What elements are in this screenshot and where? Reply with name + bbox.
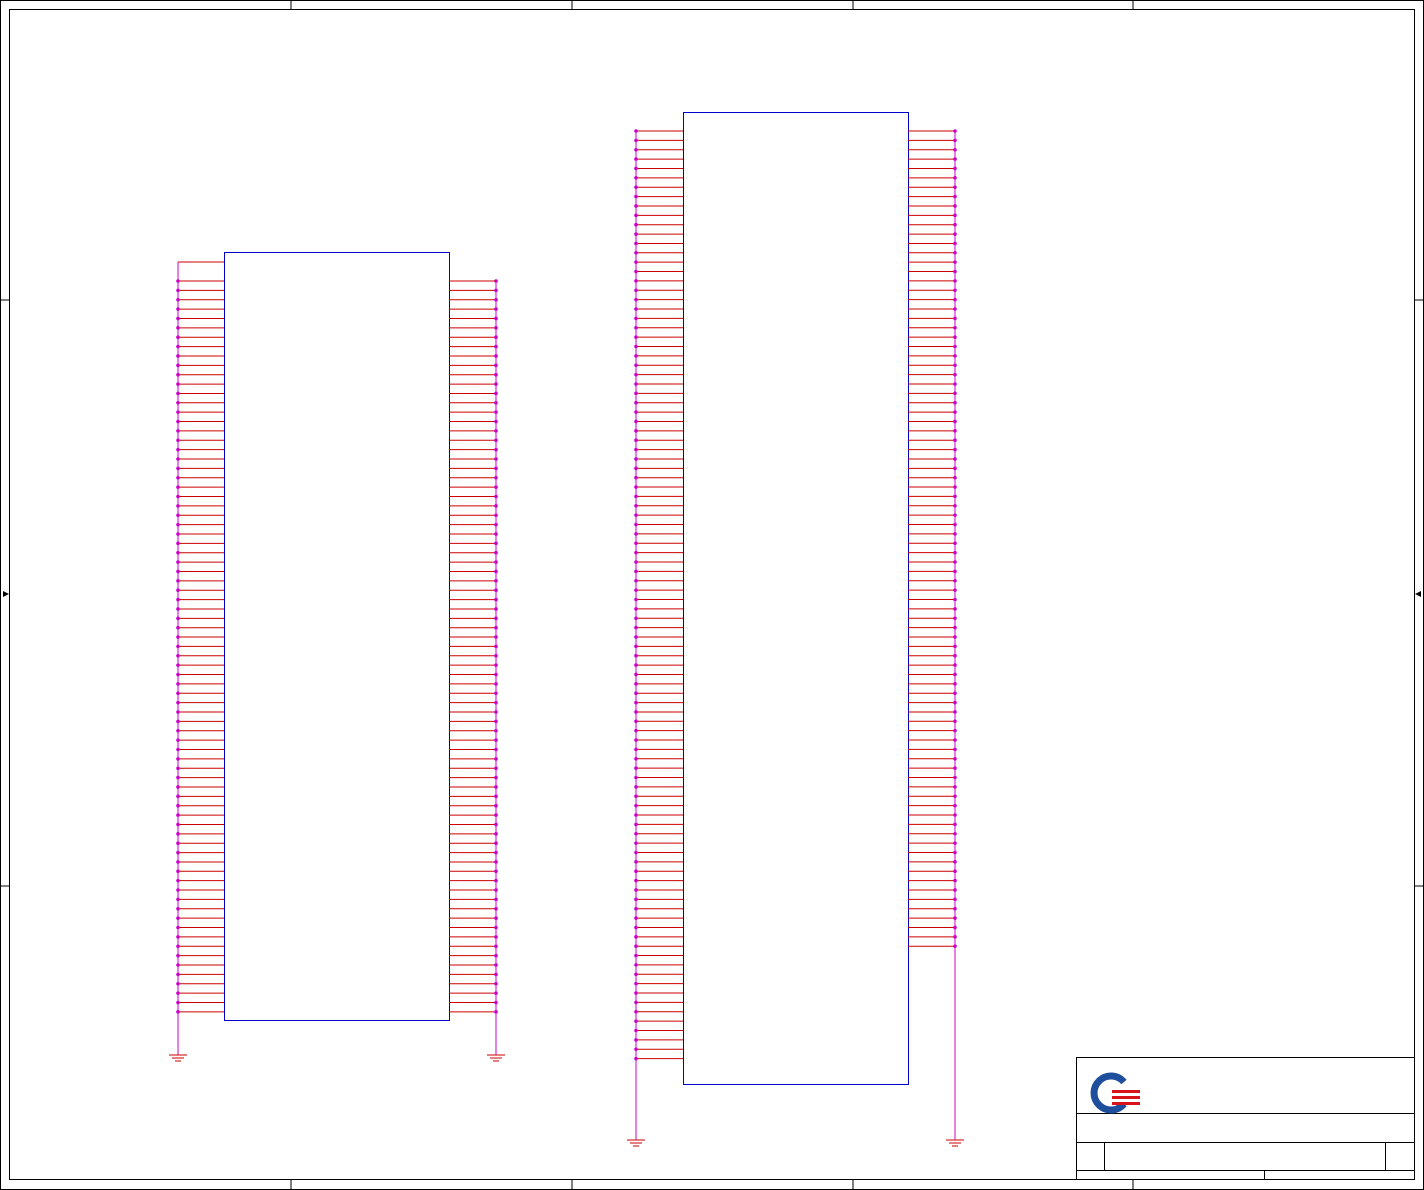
- schematic-sheet: [0, 0, 1424, 1190]
- title-block: [1076, 1057, 1415, 1180]
- zone-arrows: [3, 591, 1421, 597]
- right-component-body: [683, 112, 909, 1085]
- sheet-border: [0, 0, 1424, 1190]
- ground-icon: [627, 1139, 645, 1147]
- company-logo: [1090, 1072, 1140, 1114]
- right-component-right-pins: [908, 129, 957, 1140]
- ground-icon: [946, 1139, 964, 1147]
- ground-symbols: [169, 1054, 964, 1147]
- ground-icon: [487, 1054, 505, 1062]
- left-component-right-pins: [449, 279, 498, 1055]
- left-component: [176, 252, 498, 1055]
- right-component: [634, 112, 957, 1140]
- left-component-left-pins: [176, 261, 224, 1055]
- left-component-body: [224, 252, 450, 1021]
- ground-icon: [169, 1054, 187, 1062]
- right-component-left-pins: [634, 129, 683, 1140]
